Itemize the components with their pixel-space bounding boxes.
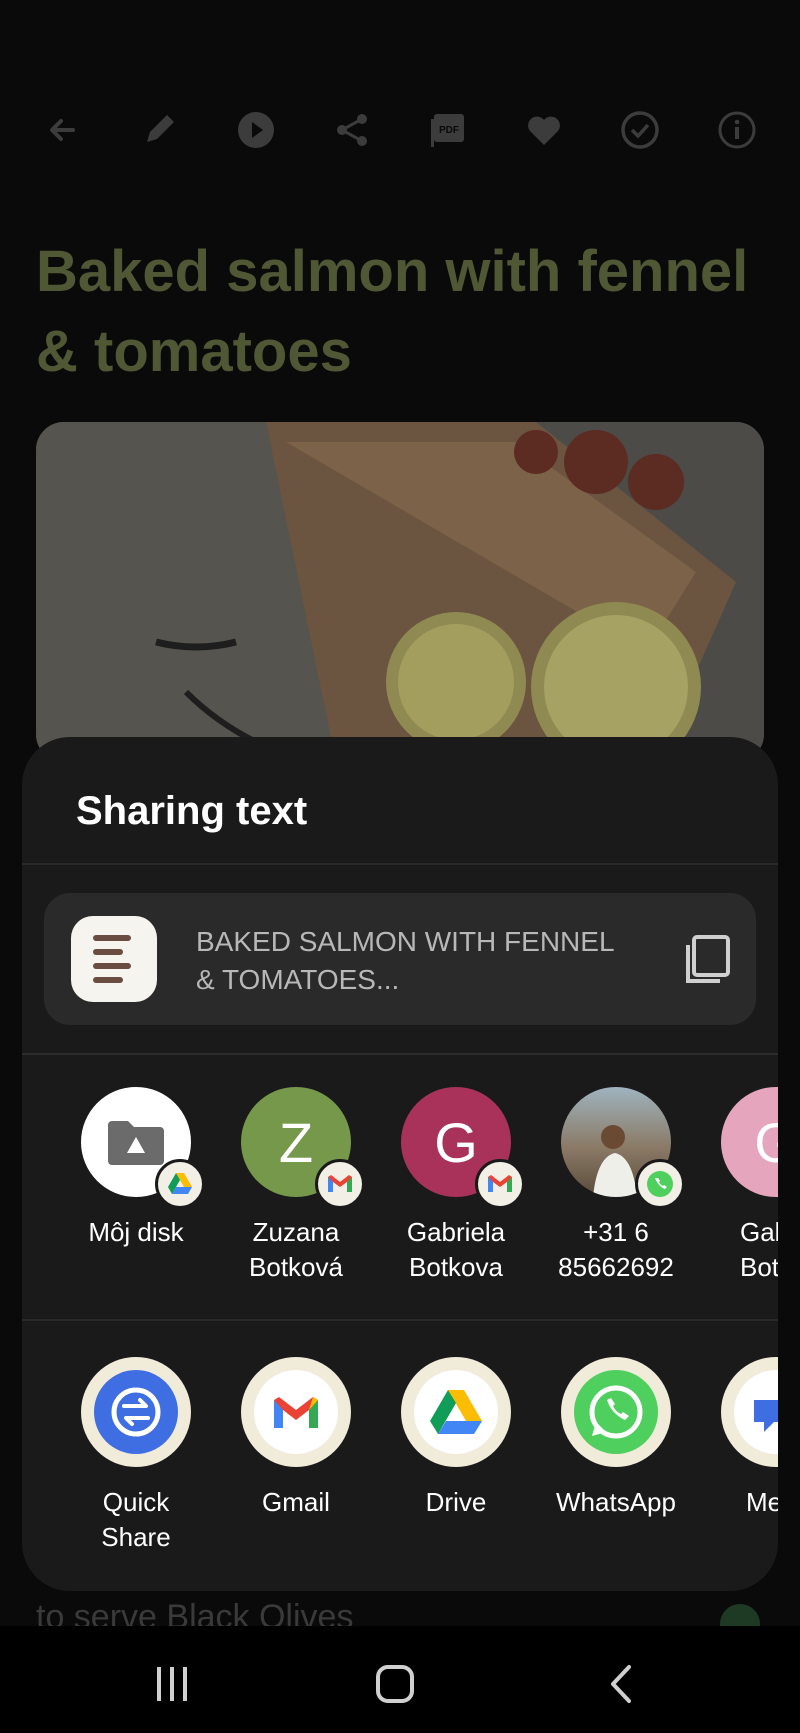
edit-pencil-icon[interactable]: [129, 100, 189, 160]
recipe-photo: [36, 422, 764, 762]
divider: [22, 1053, 778, 1055]
contact-label: Gabriela Botkova: [406, 1217, 506, 1282]
share-sheet-title: Sharing text: [76, 789, 308, 833]
share-sheet: Sharing text BAKED SALMON WITH FENNEL & …: [22, 737, 778, 1591]
contact-tile-gabriela[interactable]: G Gabriela Botkova: [376, 1087, 536, 1285]
gmail-icon: [254, 1370, 338, 1454]
contact-label: +31 6 85662692: [558, 1217, 674, 1282]
app-messages[interactable]: Mess: [696, 1357, 778, 1520]
photo-avatar: [561, 1087, 685, 1209]
quick-share-icon: [94, 1370, 178, 1454]
home-icon[interactable]: [365, 1654, 425, 1714]
avatar-initial: G: [434, 1110, 478, 1174]
app-quick-share[interactable]: Quick Share: [56, 1357, 216, 1555]
svg-text:PDF: PDF: [439, 125, 459, 136]
contact-label: Môj disk: [88, 1217, 184, 1247]
gmail-icon: [315, 1159, 365, 1209]
google-drive-icon: [155, 1159, 205, 1209]
whatsapp-icon: [574, 1370, 658, 1454]
contact-tile-phone[interactable]: +31 6 85662692: [536, 1087, 696, 1285]
back-arrow-icon[interactable]: [33, 100, 93, 160]
app-label: Mess: [746, 1487, 778, 1517]
app-share-row: Quick Share Gmail Drive WhatsApp Me: [22, 1357, 778, 1591]
recent-apps-icon[interactable]: [142, 1654, 202, 1714]
contact-tile-moj-disk[interactable]: Môj disk: [56, 1087, 216, 1250]
system-navigation-bar: [0, 1626, 800, 1733]
divider: [22, 1319, 778, 1321]
back-icon[interactable]: [591, 1654, 651, 1714]
app-gmail[interactable]: Gmail: [216, 1357, 376, 1520]
app-label: Drive: [425, 1487, 487, 1517]
text-document-icon: [71, 916, 157, 1002]
app-whatsapp[interactable]: WhatsApp: [536, 1357, 696, 1520]
share-preview-card: BAKED SALMON WITH FENNEL & TOMATOES...: [44, 893, 756, 1025]
avatar: G: [401, 1087, 525, 1209]
direct-share-row: Môj disk Z Zuzana Botková G Gabriela Bot…: [22, 1087, 778, 1327]
divider: [22, 863, 778, 865]
pdf-icon[interactable]: PDF: [418, 100, 478, 160]
contact-label: Zuzana Botková: [249, 1217, 343, 1282]
avatar-initial: Z: [278, 1110, 314, 1174]
folder-icon: [108, 1121, 164, 1165]
avatar: Z: [241, 1087, 365, 1209]
share-icon[interactable]: [322, 100, 382, 160]
google-drive-icon: [414, 1370, 498, 1454]
app-label: Quick Share: [101, 1487, 171, 1552]
gmail-icon: [475, 1159, 525, 1209]
share-preview-text: BAKED SALMON WITH FENNEL & TOMATOES...: [196, 926, 614, 995]
info-icon[interactable]: [707, 100, 767, 160]
play-icon[interactable]: [226, 100, 286, 160]
contact-tile-partial[interactable]: G Gab Botk: [696, 1087, 778, 1285]
messages-icon: [734, 1370, 778, 1454]
avatar-initial: G: [754, 1110, 778, 1174]
app-drive[interactable]: Drive: [376, 1357, 536, 1520]
recipe-toolbar: PDF: [0, 100, 800, 160]
recipe-title: Baked salmon with fennel & tomatoes: [36, 239, 749, 384]
folder-avatar: [81, 1087, 205, 1209]
heart-icon[interactable]: [514, 100, 574, 160]
avatar: G: [721, 1087, 778, 1197]
contact-label: Gab Botk: [740, 1217, 778, 1282]
contact-tile-zuzana[interactable]: Z Zuzana Botková: [216, 1087, 376, 1285]
copy-icon[interactable]: [682, 933, 734, 985]
check-circle-icon[interactable]: [610, 100, 670, 160]
app-label: WhatsApp: [556, 1487, 676, 1517]
app-label: Gmail: [262, 1487, 330, 1517]
whatsapp-icon: [635, 1159, 685, 1209]
